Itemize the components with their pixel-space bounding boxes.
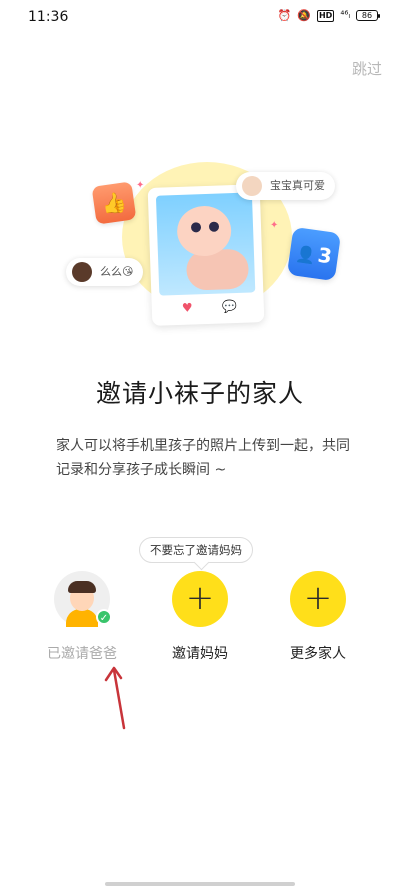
annotation-arrow-icon	[104, 666, 126, 730]
person-icon: 👤	[294, 243, 318, 266]
page-title: 邀请小袜子的家人	[95, 379, 304, 408]
plus-icon: +	[172, 571, 228, 627]
page-description: 家人可以将手机里孩子的照片上传到一起，共同记录和分享孩子成长瞬间 ~	[56, 438, 350, 478]
hd-icon: HD	[316, 9, 335, 22]
alarm-icon: ⏰	[277, 9, 292, 22]
battery-icon: 86	[356, 10, 380, 21]
comment-bubble-left: 么么😘	[66, 258, 144, 286]
hero-illustration: 👍 ♥ 💬 宝宝真可爱 么么😘 👤3 ✦ ✦	[60, 160, 350, 330]
baby-photo	[155, 192, 256, 296]
signal-icon: ⁴⁶ₗ	[340, 10, 350, 21]
avatar: ✓	[54, 571, 112, 627]
status-time: 11:36	[28, 9, 69, 25]
member-label: 更多家人	[290, 646, 346, 662]
baby-photo-card: ♥ 💬	[147, 184, 265, 326]
heart-icon: ♥	[181, 300, 193, 315]
invite-mom-tooltip: 不要忘了邀请妈妈	[139, 537, 253, 563]
home-indicator[interactable]	[105, 882, 295, 886]
skip-button[interactable]: 跳过	[352, 58, 382, 79]
check-icon: ✓	[96, 609, 112, 625]
comment-bubble-right: 宝宝真可爱	[236, 172, 335, 200]
avatar	[72, 262, 92, 282]
mute-bell-icon: 🔕	[297, 9, 311, 22]
comment-icon: 💬	[221, 298, 237, 314]
thumbs-up-icon: 👍	[91, 181, 137, 225]
more-family-button[interactable]: + 更多家人	[268, 571, 368, 663]
sparkle-icon: ✦	[136, 180, 145, 191]
invite-mom-button[interactable]: + 邀请妈妈	[150, 571, 250, 663]
plus-icon: +	[290, 571, 346, 627]
status-bar: 11:36 ⏰ 🔕 HD ⁴⁶ₗ 86	[0, 0, 400, 34]
family-count-badge: 👤3	[286, 226, 342, 282]
avatar	[242, 176, 262, 196]
member-label: 邀请妈妈	[172, 646, 228, 662]
member-dad[interactable]: ✓ 已邀请爸爸	[32, 571, 132, 663]
sparkle-icon: ✦	[270, 220, 279, 231]
member-label: 已邀请爸爸	[47, 646, 117, 662]
status-icons: ⏰ 🔕 HD ⁴⁶ₗ 86	[277, 9, 380, 22]
